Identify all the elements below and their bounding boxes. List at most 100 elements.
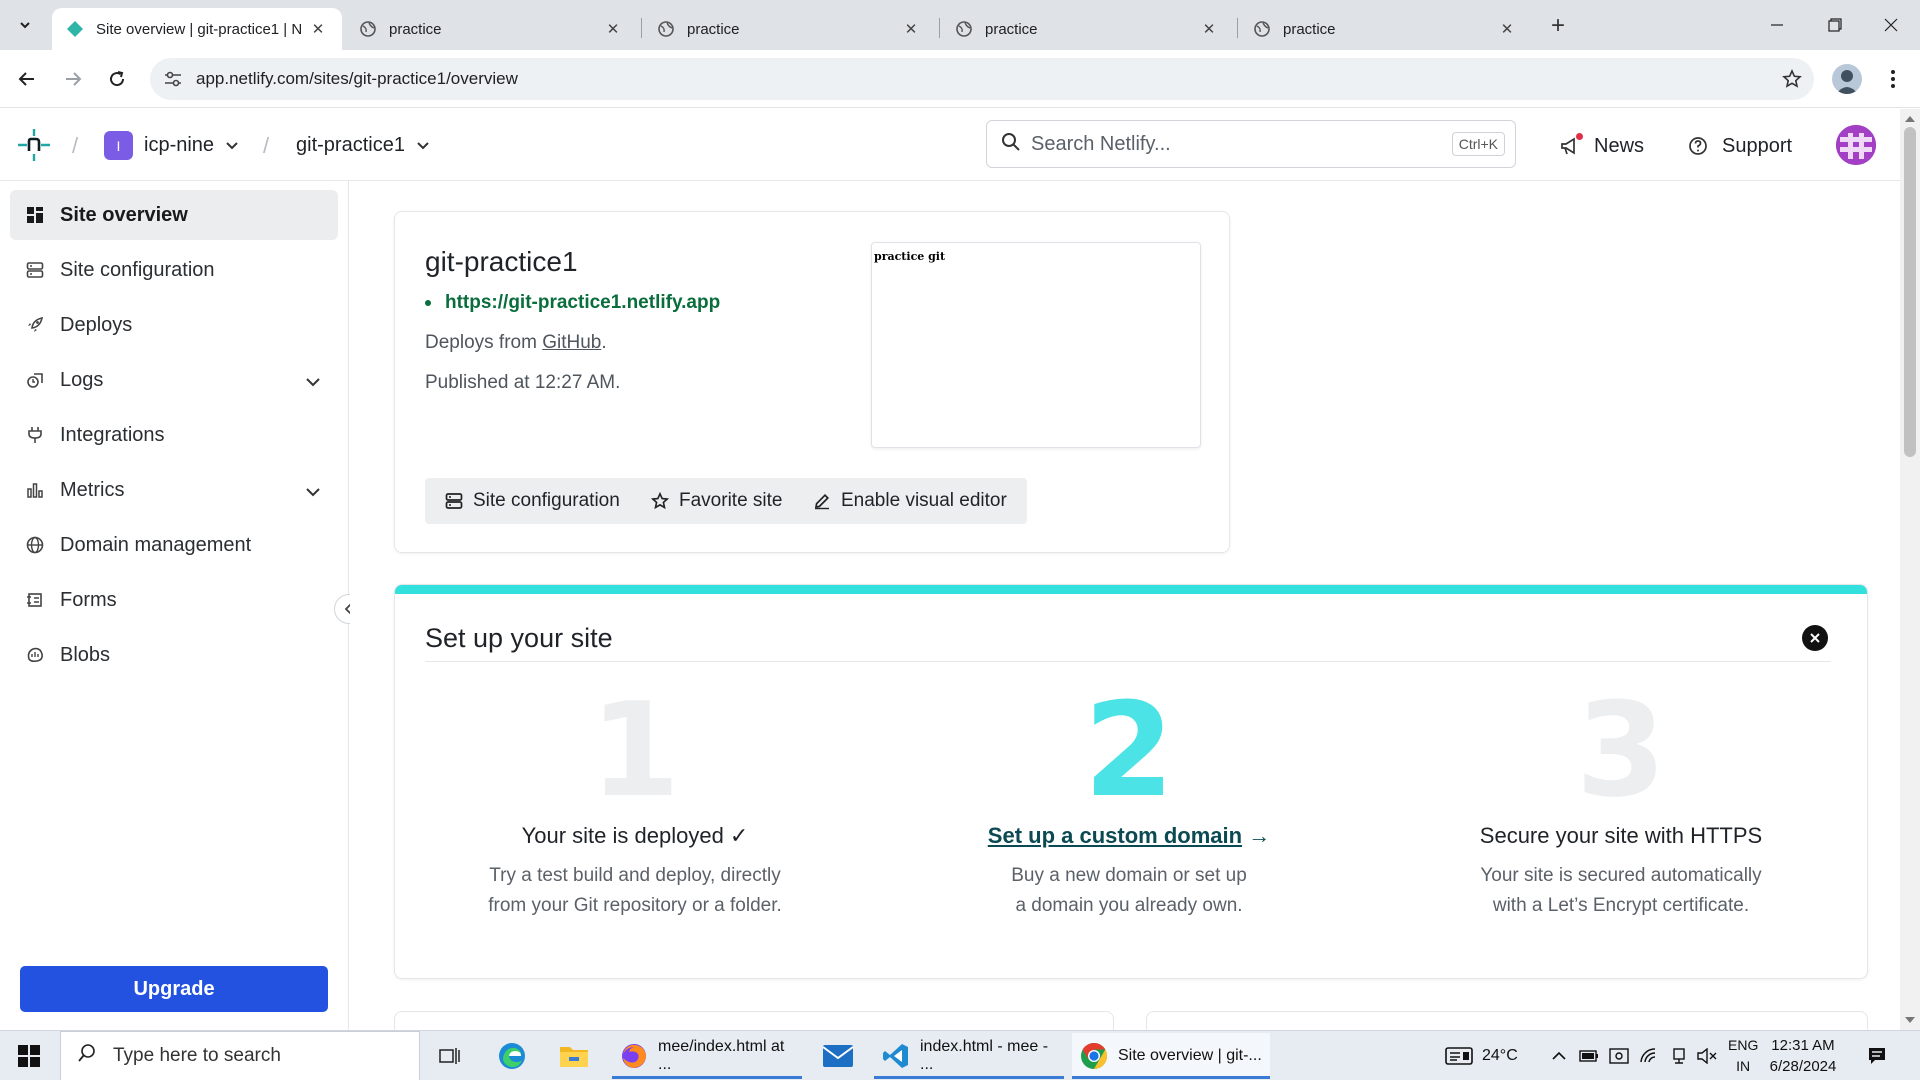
step-description-line: Try a test build and deploy, directly <box>489 865 781 886</box>
team-switcher[interactable]: icp-nine <box>144 131 238 160</box>
support-link[interactable]: Support <box>1688 131 1792 161</box>
back-arrow-icon[interactable] <box>10 62 44 96</box>
notifications-icon[interactable] <box>1862 1041 1892 1071</box>
scroll-down-arrow-icon[interactable] <box>1904 1014 1916 1026</box>
tab-title: practice <box>985 20 1038 38</box>
running-indicator <box>612 1076 802 1079</box>
sidebar-item-site-configuration[interactable]: Site configuration <box>10 245 338 295</box>
site-info-tune-icon[interactable] <box>150 58 196 100</box>
site-url-link[interactable]: https://git-practice1.netlify.app <box>425 292 720 314</box>
browser-tab[interactable]: practice ✕ <box>941 8 1233 50</box>
close-icon[interactable]: ✕ <box>308 19 328 39</box>
site-switcher[interactable]: git-practice1 <box>296 131 429 160</box>
mail-icon[interactable] <box>814 1036 862 1076</box>
reload-icon[interactable] <box>100 62 134 96</box>
next-card-partial <box>1146 1011 1868 1030</box>
close-icon[interactable]: ✕ <box>901 19 921 39</box>
search-input[interactable] <box>1031 132 1452 156</box>
site-configuration-button[interactable]: Site configuration <box>425 478 640 524</box>
forward-arrow-icon[interactable] <box>56 62 90 96</box>
taskbar-app-vscode[interactable]: index.html - mee - ... <box>874 1033 1064 1079</box>
logs-icon <box>25 370 45 390</box>
close-icon[interactable] <box>1802 625 1828 651</box>
scroll-up-arrow-icon[interactable] <box>1904 113 1916 125</box>
window-close-icon[interactable] <box>1862 0 1920 50</box>
system-clock[interactable]: 12:31 AM 6/28/2024 <box>1758 1035 1848 1077</box>
help-circle-icon <box>1688 136 1708 156</box>
running-indicator <box>1072 1076 1270 1079</box>
sidebar-item-deploys[interactable]: Deploys <box>10 300 338 350</box>
browser-tab[interactable]: practice ✕ <box>643 8 935 50</box>
search-icon <box>1001 132 1021 157</box>
battery-icon[interactable] <box>1578 1046 1600 1066</box>
close-icon[interactable]: ✕ <box>1497 19 1517 39</box>
taskbar-app-firefox[interactable]: mee/index.html at ... <box>612 1033 802 1079</box>
bar-chart-icon <box>25 480 45 500</box>
setup-step-custom-domain: 2 Set up a custom domain → Buy a new dom… <box>909 685 1349 921</box>
sidebar-item-blobs[interactable]: Blobs <box>10 630 338 680</box>
step-description-line: Buy a new domain or set up <box>1011 865 1247 886</box>
tab-separator <box>641 18 642 38</box>
scrollbar-thumb[interactable] <box>1904 127 1916 457</box>
sidebar-item-metrics[interactable]: Metrics <box>10 465 338 515</box>
file-explorer-folder-icon[interactable] <box>550 1036 598 1076</box>
weather-temp[interactable]: 24°C <box>1482 1031 1518 1080</box>
browser-tab[interactable]: practice ✕ <box>345 8 637 50</box>
sidebar-item-label: Metrics <box>60 478 125 501</box>
language-code: ENG <box>1728 1037 1759 1053</box>
wifi-icon[interactable] <box>1638 1046 1660 1066</box>
sidebar-item-integrations[interactable]: Integrations <box>10 410 338 460</box>
close-icon[interactable]: ✕ <box>1199 19 1219 39</box>
globe-favicon-icon <box>955 20 973 38</box>
github-link[interactable]: GitHub <box>542 332 601 353</box>
taskbar-app-chrome[interactable]: Site overview | git-... <box>1072 1033 1270 1079</box>
sidebar-item-forms[interactable]: Forms <box>10 575 338 625</box>
meet-now-icon[interactable] <box>1608 1046 1630 1066</box>
chevron-up-icon[interactable] <box>1548 1046 1570 1066</box>
news-link[interactable]: News <box>1560 131 1644 161</box>
windows-start-icon[interactable] <box>0 1031 58 1080</box>
close-icon[interactable]: ✕ <box>603 19 623 39</box>
divider <box>425 661 1831 662</box>
kebab-menu-icon[interactable] <box>1878 62 1908 96</box>
button-label: Site configuration <box>473 490 620 511</box>
clock-time: 12:31 AM <box>1771 1037 1835 1054</box>
sidebar-item-site-overview[interactable]: Site overview <box>10 190 338 240</box>
favorite-site-button[interactable]: Favorite site <box>631 478 803 524</box>
bookmark-star-icon[interactable] <box>1770 69 1814 89</box>
custom-domain-link[interactable]: Set up a custom domain → <box>909 823 1349 849</box>
taskbar-search-box[interactable]: Type here to search <box>60 1031 420 1080</box>
rocket-icon <box>25 315 45 335</box>
netlify-logo-icon[interactable] <box>14 127 54 163</box>
address-bar[interactable]: app.netlify.com/sites/git-practice1/over… <box>150 58 1814 100</box>
restore-icon[interactable] <box>1806 0 1864 50</box>
step-number: 1 <box>589 674 681 826</box>
profile-avatar[interactable] <box>1832 64 1862 94</box>
breadcrumb-slash: / <box>263 133 270 158</box>
step-description: Try a test build and deploy, directly fr… <box>415 861 855 921</box>
deploys-from-text: Deploys from GitHub. <box>425 332 607 354</box>
site-preview-thumbnail[interactable]: practice git <box>871 242 1201 448</box>
speaker-muted-icon[interactable] <box>1696 1046 1718 1066</box>
minimize-icon[interactable] <box>1748 0 1806 50</box>
user-avatar[interactable] <box>1836 125 1876 165</box>
enable-visual-editor-button[interactable]: Enable visual editor <box>793 478 1027 524</box>
input-language[interactable]: ENG IN <box>1728 1035 1758 1077</box>
page-scrollbar[interactable] <box>1900 109 1920 1030</box>
weather-icon[interactable] <box>1444 1046 1474 1066</box>
tab-search-chevron-icon[interactable] <box>10 10 40 40</box>
server-icon <box>25 260 45 280</box>
task-view-icon[interactable] <box>426 1036 474 1076</box>
sidebar-item-domain-management[interactable]: Domain management <box>10 520 338 570</box>
new-tab-plus-icon[interactable]: + <box>1544 12 1572 40</box>
network-device-icon[interactable] <box>1668 1046 1690 1066</box>
sidebar-item-logs[interactable]: Logs <box>10 355 338 405</box>
browser-tab[interactable]: practice ✕ <box>1239 8 1531 50</box>
search-icon <box>77 1043 97 1069</box>
sidebar-item-label: Site configuration <box>60 258 215 281</box>
edge-browser-icon[interactable] <box>488 1036 536 1076</box>
globe-favicon-icon <box>657 20 675 38</box>
upgrade-button[interactable]: Upgrade <box>20 966 328 1012</box>
browser-tab-active[interactable]: Site overview | git-practice1 | N ✕ <box>52 8 342 50</box>
firefox-icon <box>620 1042 648 1070</box>
